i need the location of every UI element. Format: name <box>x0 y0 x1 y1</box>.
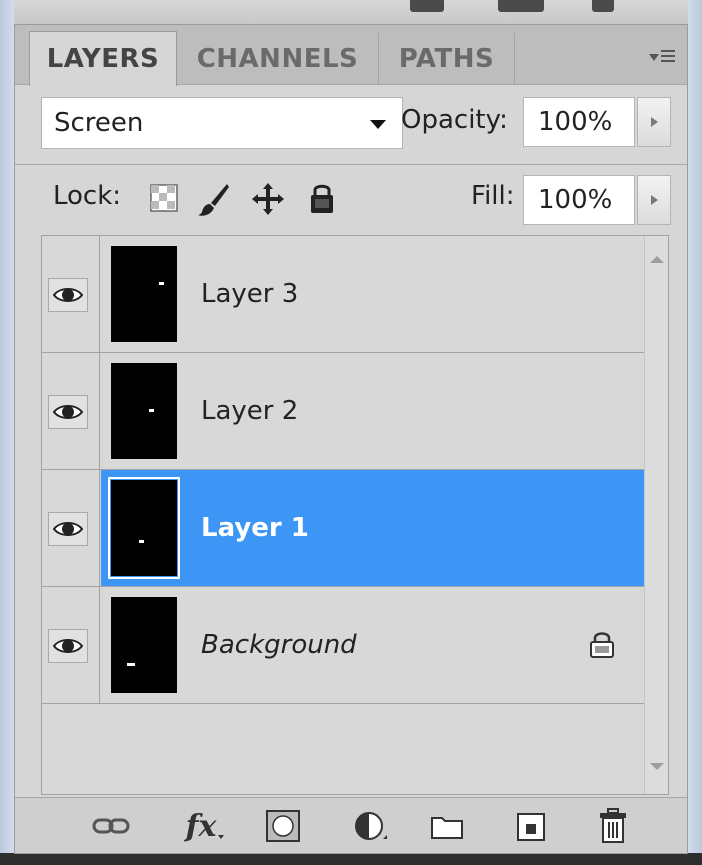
layer-row-layer-1[interactable]: Layer 1 <box>42 470 646 587</box>
window-frame-bottom <box>0 853 702 865</box>
layers-toolbar: fx <box>15 797 687 853</box>
layer-thumbnail <box>111 597 177 693</box>
chevron-down-icon <box>370 120 386 129</box>
fill-label: Fill: <box>471 181 515 211</box>
visibility-toggle[interactable] <box>48 278 88 312</box>
menu-lines-icon <box>661 50 675 64</box>
blend-mode-select[interactable]: Screen <box>41 97 403 149</box>
layer-name: Layer 1 <box>201 513 309 543</box>
visibility-toggle[interactable] <box>48 512 88 546</box>
eye-icon <box>53 288 83 302</box>
visibility-toggle[interactable] <box>48 395 88 429</box>
visibility-toggle[interactable] <box>48 629 88 663</box>
tab-paths[interactable]: PATHS <box>379 33 515 85</box>
layer-name: Layer 2 <box>201 396 299 426</box>
layer-name: Background <box>201 630 357 660</box>
lock-icon <box>590 632 614 658</box>
add-mask-button[interactable] <box>261 806 305 846</box>
delete-layer-icon <box>600 808 626 843</box>
window-frame-left <box>0 0 14 865</box>
new-layer-button[interactable] <box>509 806 553 846</box>
chevron-right-icon <box>650 195 658 205</box>
opacity-label: Opacity: <box>401 105 508 135</box>
lock-position-move-icon[interactable] <box>251 181 285 217</box>
layers-scrollbar[interactable] <box>644 236 668 794</box>
lock-label: Lock: <box>53 181 122 211</box>
tab-layers[interactable]: LAYERS <box>29 31 177 86</box>
divider <box>15 164 687 165</box>
visibility-column <box>42 470 100 586</box>
eye-icon <box>53 405 83 419</box>
layer-row-content: Background <box>101 587 646 703</box>
fill-slider-button[interactable] <box>637 175 671 225</box>
layers-panel: LAYERS CHANNELS PATHS Screen Opacity: 10… <box>14 24 688 854</box>
layer-row-background[interactable]: Background <box>42 587 646 704</box>
opacity-input[interactable]: 100% <box>523 97 635 147</box>
lock-transparency-icon[interactable] <box>149 183 179 213</box>
lock-pixels-brush-icon[interactable] <box>197 181 231 217</box>
link-layers-icon <box>92 818 130 834</box>
delete-layer-button[interactable] <box>591 806 635 846</box>
blend-mode-value: Screen <box>54 108 144 138</box>
layer-row-content: Layer 2 <box>101 353 646 469</box>
layer-thumbnail <box>111 246 177 342</box>
opacity-slider-button[interactable] <box>637 97 671 147</box>
new-layer-icon <box>517 813 545 841</box>
panel-menu-button[interactable] <box>647 47 677 67</box>
layer-row-content: Layer 1 <box>101 470 646 586</box>
layer-row-layer-2[interactable]: Layer 2 <box>42 353 646 470</box>
scroll-up-icon[interactable] <box>650 256 664 263</box>
layer-row-layer-3[interactable]: Layer 3 <box>42 236 646 353</box>
chevron-right-icon <box>650 117 658 127</box>
new-group-icon <box>431 817 463 839</box>
layer-row-content: Layer 3 <box>101 236 646 352</box>
adjustment-layer-icon <box>355 812 387 840</box>
tab-channels[interactable]: CHANNELS <box>177 33 379 85</box>
scroll-down-icon[interactable] <box>650 763 664 770</box>
window-frame-right <box>688 0 702 865</box>
fill-input[interactable]: 100% <box>523 175 635 225</box>
visibility-column <box>42 236 100 352</box>
adjustment-layer-button[interactable] <box>345 806 397 846</box>
new-group-button[interactable] <box>425 806 469 846</box>
panel-tabs: LAYERS CHANNELS PATHS <box>15 25 687 86</box>
visibility-column <box>42 587 100 703</box>
layer-thumbnail <box>108 477 180 579</box>
layer-style-button[interactable]: fx <box>179 806 231 846</box>
eye-icon <box>53 522 83 536</box>
visibility-column <box>42 353 100 469</box>
lock-all-icon[interactable] <box>307 181 337 215</box>
fx-icon: fx <box>185 808 217 844</box>
link-layers-button[interactable] <box>89 806 133 846</box>
layer-thumbnail <box>111 363 177 459</box>
layers-list: Layer 3 Layer 2 Layer 1 Background <box>41 235 669 795</box>
menu-arrow-icon <box>649 53 659 61</box>
add-mask-icon <box>266 810 300 842</box>
eye-icon <box>53 639 83 653</box>
layer-name: Layer 3 <box>201 279 299 309</box>
